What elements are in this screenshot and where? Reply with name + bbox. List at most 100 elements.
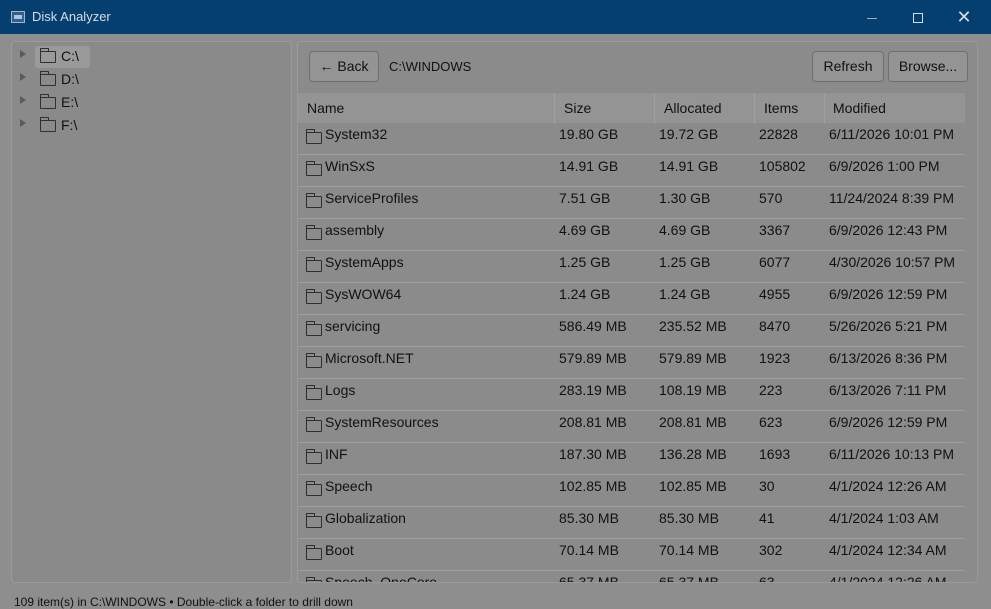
folder-icon	[306, 129, 322, 144]
folder-size: 283.19 MB	[559, 382, 627, 398]
folder-modified: 4/30/2026 10:57 PM	[829, 254, 956, 270]
table-row[interactable]: SystemResources 208.81 MB 208.81 MB 623 6/9/…	[298, 411, 965, 443]
browse-button[interactable]: Browse...	[888, 51, 968, 82]
maximize-button[interactable]	[895, 0, 941, 34]
column-header-items[interactable]: Items	[755, 93, 825, 124]
folder-icon	[306, 481, 322, 496]
folder-icon	[306, 545, 322, 560]
folder-name: ServiceProfiles	[325, 190, 419, 206]
minimize-icon	[867, 17, 877, 19]
folder-modified: 6/9/2026 12:59 PM	[829, 414, 948, 430]
table-row[interactable]: Speech_OneCore 65.37 MB 65.37 MB 63 4/1/2024…	[298, 571, 965, 583]
expand-arrow-icon[interactable]	[20, 96, 26, 104]
table-row[interactable]: Microsoft.NET 579.89 MB 579.89 MB 1923 6/13/…	[298, 347, 965, 379]
folder-size: 1.25 GB	[559, 254, 611, 270]
column-header-size[interactable]: Size	[555, 93, 655, 124]
folder-items: 1923	[759, 350, 791, 366]
folder-icon	[306, 321, 322, 336]
folder-name: assembly	[325, 222, 385, 238]
table-row[interactable]: Logs 283.19 MB 108.19 MB 223 6/13/2026 7:11 …	[298, 379, 965, 411]
table-row[interactable]: Speech 102.85 MB 102.85 MB 30 4/1/2024 12:26…	[298, 475, 965, 507]
folder-name: Speech_OneCore	[325, 574, 438, 583]
expand-arrow-icon[interactable]	[20, 73, 26, 81]
folder-icon	[306, 161, 322, 176]
refresh-button[interactable]: Refresh	[812, 51, 884, 82]
folder-items: 6077	[759, 254, 791, 270]
table-row[interactable]: servicing 586.49 MB 235.52 MB 8470 5/26/2026…	[298, 315, 965, 347]
folder-name: SysWOW64	[325, 286, 402, 302]
folder-items: 570	[759, 190, 783, 206]
minimize-button[interactable]	[849, 0, 895, 34]
folder-allocated: 1.30 GB	[659, 190, 711, 206]
close-icon: ✕	[956, 7, 972, 27]
column-header-name[interactable]: Name	[298, 93, 555, 124]
folder-allocated: 235.52 MB	[659, 318, 727, 334]
folder-items: 41	[759, 510, 775, 526]
folder-allocated: 136.28 MB	[659, 446, 727, 462]
folder-size: 1.24 GB	[559, 286, 611, 302]
folder-icon	[306, 577, 322, 582]
table-row[interactable]: assembly 4.69 GB 4.69 GB 3367 6/9/2026 12:43…	[298, 219, 965, 251]
folder-name: SystemApps	[325, 254, 404, 270]
folder-allocated: 108.19 MB	[659, 382, 727, 398]
table-row[interactable]: ServiceProfiles 7.51 GB 1.30 GB 570 11/24/20…	[298, 187, 965, 219]
folder-modified: 4/1/2024 12:26 AM	[829, 574, 947, 583]
tree-item-label: E:\	[61, 94, 79, 110]
folder-items: 105802	[759, 158, 806, 174]
folder-name: Logs	[325, 382, 356, 398]
folder-modified: 4/1/2024 12:26 AM	[829, 478, 947, 494]
table-row[interactable]: Globalization 85.30 MB 85.30 MB 41 4/1/2024 …	[298, 507, 965, 539]
folder-icon	[306, 385, 322, 400]
folder-allocated: 85.30 MB	[659, 510, 719, 526]
folder-icon	[306, 257, 322, 272]
table-row[interactable]: Boot 70.14 MB 70.14 MB 302 4/1/2024 12:34 AM	[298, 539, 965, 571]
folder-name: Microsoft.NET	[325, 350, 414, 366]
table-row[interactable]: System32 19.80 GB 19.72 GB 22828 6/11/2026 1…	[298, 123, 965, 155]
tree-item-label: F:\	[61, 117, 78, 133]
folder-size: 70.14 MB	[559, 542, 619, 558]
table-header: Name Size Allocated Items Modified	[298, 92, 965, 124]
title-bar[interactable]: Disk Analyzer ✕	[0, 0, 991, 34]
folder-name: Speech	[325, 478, 373, 494]
table-row[interactable]: SystemApps 1.25 GB 1.25 GB 6077 4/30/2026 10…	[298, 251, 965, 283]
table-row[interactable]: SysWOW64 1.24 GB 1.24 GB 4955 6/9/2026 12:59…	[298, 283, 965, 315]
folder-items: 223	[759, 382, 783, 398]
folder-name: Globalization	[325, 510, 406, 526]
folder-items: 1693	[759, 446, 791, 462]
folder-modified: 6/11/2026 10:13 PM	[829, 446, 955, 462]
folder-table-body: System32 19.80 GB 19.72 GB 22828 6/11/2026 1…	[298, 123, 965, 583]
expand-arrow-icon[interactable]	[20, 50, 26, 58]
folder-allocated: 1.25 GB	[659, 254, 711, 270]
folder-size: 187.30 MB	[559, 446, 627, 462]
table-row[interactable]: INF 187.30 MB 136.28 MB 1693 6/11/2026 10:13…	[298, 443, 965, 475]
tree-item-c-drive[interactable]: C:\	[20, 46, 140, 68]
folder-icon	[40, 117, 56, 132]
folder-size: 85.30 MB	[559, 510, 619, 526]
expand-arrow-icon[interactable]	[20, 119, 26, 127]
folder-items: 4955	[759, 286, 791, 302]
folder-size: 4.69 GB	[559, 222, 611, 238]
tree-item-d-drive[interactable]: D:\	[20, 69, 140, 89]
folder-name: Boot	[325, 542, 354, 558]
column-header-modified[interactable]: Modified	[825, 93, 965, 124]
folder-modified: 4/1/2024 12:34 AM	[829, 542, 947, 558]
folder-items: 8470	[759, 318, 791, 334]
folder-allocated: 14.91 GB	[659, 158, 719, 174]
column-header-allocated[interactable]: Allocated	[655, 93, 755, 124]
tree-item-f-drive[interactable]: F:\	[20, 115, 140, 135]
folder-icon	[306, 449, 322, 464]
drive-tree[interactable]: C:\ D:\ E:\ F:\	[11, 41, 292, 583]
tree-item-e-drive[interactable]: E:\	[20, 92, 140, 112]
folder-allocated: 1.24 GB	[659, 286, 711, 302]
folder-modified: 6/9/2026 12:43 PM	[829, 222, 948, 238]
folder-size: 7.51 GB	[559, 190, 611, 206]
folder-allocated: 65.37 MB	[659, 574, 719, 583]
close-button[interactable]: ✕	[941, 0, 987, 34]
folder-icon	[306, 225, 322, 240]
vertical-scrollbar[interactable]	[965, 92, 977, 582]
status-bar: 109 item(s) in C:\WINDOWS • Double-click…	[14, 595, 353, 609]
folder-size: 586.49 MB	[559, 318, 627, 334]
back-button[interactable]: ← Back	[309, 51, 379, 82]
folder-icon	[40, 71, 56, 86]
table-row[interactable]: WinSxS 14.91 GB 14.91 GB 105802 6/9/2026 1:0…	[298, 155, 965, 187]
